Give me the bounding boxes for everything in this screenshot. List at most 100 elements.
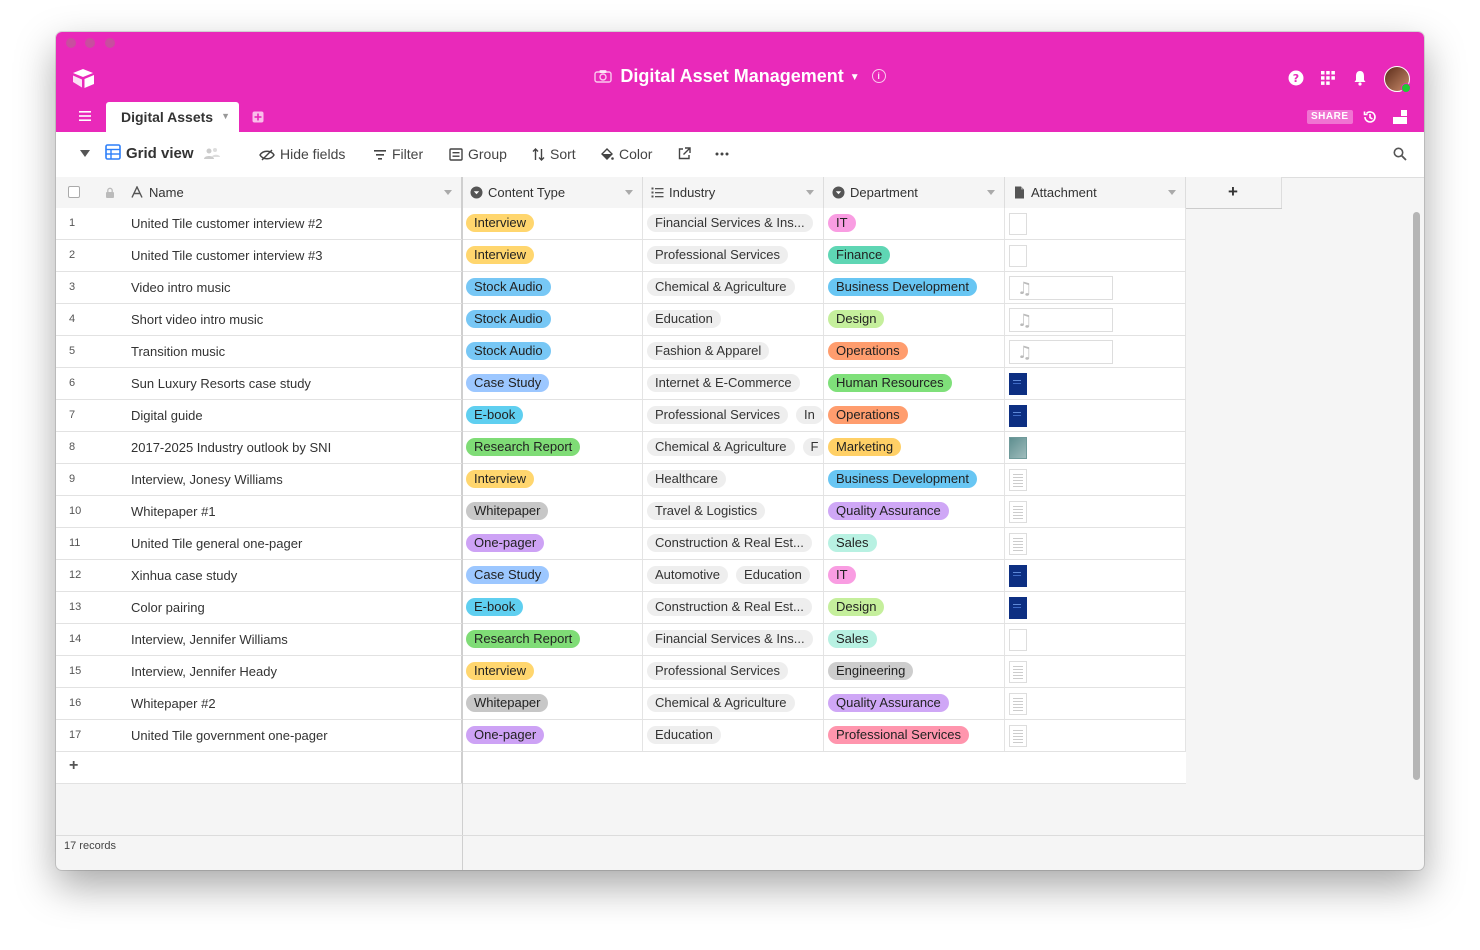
add-record-plus-icon[interactable]: + <box>69 757 78 775</box>
cell-industry[interactable]: Financial Services & Ins... <box>643 624 824 655</box>
cell-industry[interactable]: Travel & Logistics <box>643 496 824 527</box>
column-header-department[interactable]: Department <box>824 177 1005 208</box>
share-view-icon[interactable] <box>678 147 691 160</box>
cell-department[interactable]: Sales <box>824 528 1005 559</box>
base-title[interactable]: Digital Asset Management ▼ i <box>56 66 1424 87</box>
column-menu-chevron-icon[interactable] <box>1168 190 1176 195</box>
grid-view-button[interactable]: Grid view <box>105 144 226 162</box>
cell-content-type[interactable]: Interview <box>462 208 643 239</box>
search-icon[interactable] <box>1393 147 1407 161</box>
table-row[interactable]: 7 Digital guide E-book Professional Service… <box>56 400 1186 432</box>
apps-grid-icon[interactable] <box>1318 68 1338 88</box>
cell-content-type[interactable]: Stock Audio <box>462 336 643 367</box>
cell-industry[interactable]: Professional Services In <box>643 400 824 431</box>
table-row[interactable]: 8 2017-2025 Industry outlook by SNI Resear… <box>56 432 1186 464</box>
notifications-bell-icon[interactable] <box>1350 68 1370 88</box>
cell-attachment[interactable] <box>1005 464 1186 495</box>
column-menu-chevron-icon[interactable] <box>987 190 995 195</box>
attachment-thumbnail[interactable] <box>1009 597 1027 619</box>
cell-attachment[interactable] <box>1005 560 1186 591</box>
chevron-down-icon[interactable]: ▼ <box>850 72 860 83</box>
cell-content-type[interactable]: One-pager <box>462 720 643 751</box>
attachment-thumbnail[interactable] <box>1009 565 1027 587</box>
cell-industry[interactable]: Construction & Real Est... <box>643 528 824 559</box>
table-row[interactable]: 14 Interview, Jennifer Williams Research R… <box>56 624 1186 656</box>
cell-industry[interactable]: Professional Services <box>643 240 824 271</box>
group-button[interactable]: Group <box>449 146 507 162</box>
table-row[interactable]: 6 Sun Luxury Resorts case study Case Study… <box>56 368 1186 400</box>
cell-industry[interactable]: Internet & E-Commerce <box>643 368 824 399</box>
cell-industry[interactable]: Chemical & Agriculture F <box>643 432 824 463</box>
cell-attachment[interactable] <box>1005 240 1186 271</box>
cell-department[interactable]: IT <box>824 208 1005 239</box>
cell-department[interactable]: Sales <box>824 624 1005 655</box>
table-row[interactable]: 16 Whitepaper #2 Whitepaper Chemical & Agri… <box>56 688 1186 720</box>
cell-industry[interactable]: Construction & Real Est... <box>643 592 824 623</box>
cell-attachment[interactable] <box>1005 720 1186 751</box>
cell-industry[interactable]: Fashion & Apparel <box>643 336 824 367</box>
column-menu-chevron-icon[interactable] <box>625 190 633 195</box>
cell-name[interactable]: 10 Whitepaper #1 <box>56 496 462 527</box>
more-options-icon[interactable] <box>715 152 729 156</box>
cell-attachment[interactable] <box>1005 400 1186 431</box>
table-row[interactable]: 2 United Tile customer interview #3 Interv… <box>56 240 1186 272</box>
attachment-thumbnail[interactable] <box>1009 373 1027 395</box>
cell-content-type[interactable]: Whitepaper <box>462 496 643 527</box>
cell-department[interactable]: Quality Assurance <box>824 496 1005 527</box>
add-table-icon[interactable] <box>252 111 264 123</box>
cell-attachment[interactable] <box>1005 656 1186 687</box>
blocks-icon[interactable] <box>1392 109 1408 125</box>
attachment-thumbnail[interactable] <box>1009 725 1027 747</box>
cell-content-type[interactable]: Case Study <box>462 368 643 399</box>
cell-industry[interactable]: Professional Services <box>643 656 824 687</box>
cell-name[interactable]: 1 United Tile customer interview #2 <box>56 208 462 239</box>
attachment-thumbnail[interactable] <box>1009 693 1027 715</box>
cell-name[interactable]: 2 United Tile customer interview #3 <box>56 240 462 271</box>
view-switcher-toggle-icon[interactable] <box>80 150 90 157</box>
cell-attachment[interactable] <box>1005 432 1186 463</box>
cell-content-type[interactable]: Research Report <box>462 432 643 463</box>
table-row[interactable]: 13 Color pairing E-book Construction & Real… <box>56 592 1186 624</box>
cell-department[interactable]: Marketing <box>824 432 1005 463</box>
cell-attachment[interactable] <box>1005 624 1186 655</box>
cell-content-type[interactable]: Interview <box>462 240 643 271</box>
column-header-name[interactable]: Name <box>56 177 462 208</box>
cell-attachment[interactable] <box>1005 688 1186 719</box>
cell-name[interactable]: 3 Video intro music <box>56 272 462 303</box>
table-row[interactable]: 10 Whitepaper #1 Whitepaper Travel & Logist… <box>56 496 1186 528</box>
cell-content-type[interactable]: E-book <box>462 592 643 623</box>
cell-industry[interactable]: Automotive Education <box>643 560 824 591</box>
cell-content-type[interactable]: Interview <box>462 464 643 495</box>
cell-name[interactable]: 4 Short video intro music <box>56 304 462 335</box>
audio-file-thumbnail[interactable]: ♫ <box>1009 308 1113 332</box>
cell-industry[interactable]: Chemical & Agriculture <box>643 688 824 719</box>
cell-content-type[interactable]: E-book <box>462 400 643 431</box>
cell-department[interactable]: Operations <box>824 400 1005 431</box>
attachment-thumbnail[interactable] <box>1009 213 1027 235</box>
cell-content-type[interactable]: Stock Audio <box>462 272 643 303</box>
info-icon[interactable]: i <box>871 69 886 83</box>
select-all-checkbox[interactable] <box>68 186 80 198</box>
cell-name[interactable]: 8 2017-2025 Industry outlook by SNI <box>56 432 462 463</box>
cell-department[interactable]: Business Development <box>824 464 1005 495</box>
close-window-button[interactable] <box>66 38 76 48</box>
cell-industry[interactable]: Financial Services & Ins... <box>643 208 824 239</box>
cell-name[interactable]: 13 Color pairing <box>56 592 462 623</box>
cell-department[interactable]: Engineering <box>824 656 1005 687</box>
attachment-thumbnail[interactable] <box>1009 405 1027 427</box>
cell-name[interactable]: 14 Interview, Jennifer Williams <box>56 624 462 655</box>
cell-attachment[interactable] <box>1005 208 1186 239</box>
table-row[interactable]: 17 United Tile government one-pager One-pa… <box>56 720 1186 752</box>
cell-name[interactable]: 11 United Tile general one-pager <box>56 528 462 559</box>
attachment-thumbnail[interactable] <box>1009 437 1027 459</box>
tab-chevron-down-icon[interactable]: ▼ <box>221 111 230 121</box>
cell-attachment[interactable] <box>1005 592 1186 623</box>
cell-industry[interactable]: Healthcare <box>643 464 824 495</box>
cell-attachment[interactable] <box>1005 368 1186 399</box>
cell-industry[interactable]: Education <box>643 720 824 751</box>
cell-name[interactable]: 9 Interview, Jonesy Williams <box>56 464 462 495</box>
cell-name[interactable]: 6 Sun Luxury Resorts case study <box>56 368 462 399</box>
cell-attachment[interactable]: ♫ <box>1005 304 1186 335</box>
add-record-row[interactable]: + <box>56 752 1186 784</box>
column-menu-chevron-icon[interactable] <box>806 190 814 195</box>
